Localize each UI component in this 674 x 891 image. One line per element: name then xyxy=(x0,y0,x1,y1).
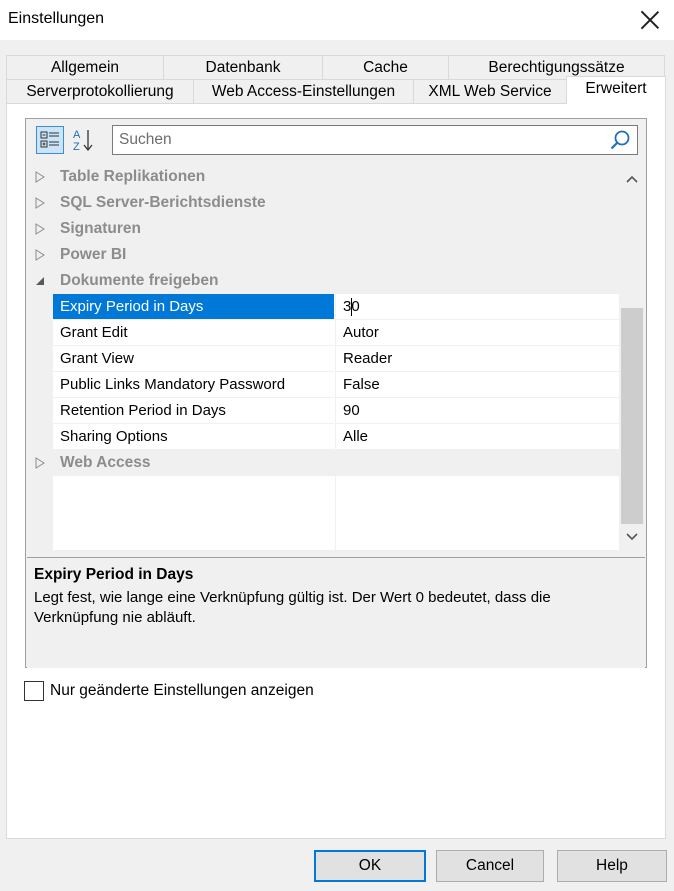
category-power-bi[interactable]: Power BI xyxy=(27,242,619,268)
property-name-cell[interactable]: Retention Period in Days xyxy=(53,398,334,424)
scroll-up-icon[interactable] xyxy=(619,170,645,190)
row-indent xyxy=(27,424,53,450)
property-name: Sharing Options xyxy=(60,428,168,445)
property-row-retention-period[interactable]: Retention Period in Days 90 xyxy=(27,398,619,424)
property-value-cell[interactable]: Autor xyxy=(335,320,619,346)
svg-text:Z: Z xyxy=(73,141,80,153)
scroll-down-icon[interactable] xyxy=(619,526,645,546)
tab-xml-web-service[interactable]: XML Web Service xyxy=(413,79,567,103)
category-label: Power BI xyxy=(60,246,127,263)
expand-arrow-icon[interactable] xyxy=(34,457,46,469)
property-row-sharing-options[interactable]: Sharing Options Alle xyxy=(27,424,619,450)
property-name: Retention Period in Days xyxy=(60,402,226,419)
close-icon[interactable] xyxy=(638,8,662,32)
property-value-cell[interactable]: False xyxy=(335,372,619,398)
category-table-replikationen[interactable]: Table Replikationen xyxy=(27,164,619,190)
row-indent xyxy=(27,398,53,424)
tab-erweitert[interactable]: Erweitert xyxy=(566,76,666,104)
column-divider xyxy=(335,476,336,550)
property-value-cell[interactable]: Reader xyxy=(335,346,619,372)
property-name-cell[interactable]: Grant Edit xyxy=(53,320,334,346)
expand-arrow-icon[interactable] xyxy=(34,223,46,235)
search-box[interactable] xyxy=(112,125,638,155)
svg-text:A: A xyxy=(73,129,81,141)
property-name-cell[interactable]: Expiry Period in Days xyxy=(53,294,334,320)
category-label: Table Replikationen xyxy=(60,168,206,185)
cancel-button[interactable]: Cancel xyxy=(436,850,544,882)
property-row-expiry-period[interactable]: Expiry Period in Days 30 xyxy=(27,294,619,320)
expand-arrow-icon[interactable] xyxy=(34,171,46,183)
alphabetical-sort-icon: A Z xyxy=(73,129,93,153)
category-signaturen[interactable]: Signaturen xyxy=(27,216,619,242)
category-label: Web Access xyxy=(60,454,151,471)
collapse-arrow-icon[interactable] xyxy=(34,275,46,287)
row-indent xyxy=(27,320,53,346)
show-changed-only-checkbox[interactable] xyxy=(24,681,44,701)
categorized-view-button[interactable] xyxy=(36,126,64,154)
title-bar: Einstellungen xyxy=(0,0,674,40)
category-label: SQL Server-Berichtsdienste xyxy=(60,194,266,211)
property-value-cell[interactable]: 30 xyxy=(335,294,619,320)
categorized-view-icon xyxy=(40,131,59,148)
row-indent xyxy=(27,294,53,320)
row-indent xyxy=(27,346,53,372)
tab-serverprotokollierung[interactable]: Serverprotokollierung xyxy=(6,79,194,103)
description-text: Legt fest, wie lange eine Verknüpfung gü… xyxy=(34,589,551,626)
tab-allgemein[interactable]: Allgemein xyxy=(6,55,164,79)
tab-cache[interactable]: Cache xyxy=(322,55,449,79)
help-button[interactable]: Help xyxy=(557,850,667,882)
tab-web-access-einstellungen[interactable]: Web Access-Einstellungen xyxy=(193,79,414,103)
window-title: Einstellungen xyxy=(8,10,105,27)
search-icon[interactable] xyxy=(609,129,631,151)
property-name-cell[interactable]: Sharing Options xyxy=(53,424,334,450)
category-label: Signaturen xyxy=(60,220,141,237)
property-value: 90 xyxy=(343,402,360,419)
property-row-grant-view[interactable]: Grant View Reader xyxy=(27,346,619,372)
property-row-public-links[interactable]: Public Links Mandatory Password False xyxy=(27,372,619,398)
empty-indent xyxy=(27,476,53,550)
show-changed-only-label[interactable]: Nur geänderte Einstellungen anzeigen xyxy=(50,682,314,700)
property-name: Grant View xyxy=(60,350,134,367)
category-sql-server-berichtsdienste[interactable]: SQL Server-Berichtsdienste xyxy=(27,190,619,216)
property-list: Table Replikationen SQL Server-Berichtsd… xyxy=(27,164,619,550)
property-value: False xyxy=(343,376,380,393)
tab-datenbank[interactable]: Datenbank xyxy=(163,55,323,79)
property-value-cell[interactable]: Alle xyxy=(335,424,619,450)
property-value: Alle xyxy=(343,428,369,445)
expand-arrow-icon[interactable] xyxy=(34,249,46,261)
property-value-cell[interactable]: 90 xyxy=(335,398,619,424)
property-value: Reader xyxy=(343,350,393,367)
description-pane: Expiry Period in Days Legt fest, wie lan… xyxy=(27,557,645,668)
property-value: Autor xyxy=(343,324,379,341)
row-indent xyxy=(27,372,53,398)
category-label: Dokumente freigeben xyxy=(60,272,219,289)
expand-arrow-icon[interactable] xyxy=(34,197,46,209)
text-caret xyxy=(351,298,352,316)
property-name-cell[interactable]: Public Links Mandatory Password xyxy=(53,372,334,398)
vertical-scrollbar[interactable] xyxy=(619,164,645,550)
property-name: Expiry Period in Days xyxy=(60,298,204,315)
ok-button[interactable]: OK xyxy=(314,850,426,882)
property-grid: A Z Table Replikationen SQL Server-Beric… xyxy=(25,118,647,668)
category-web-access[interactable]: Web Access xyxy=(27,450,619,476)
property-row-grant-edit[interactable]: Grant Edit Autor xyxy=(27,320,619,346)
scrollbar-thumb[interactable] xyxy=(621,308,643,524)
alphabetical-sort-button[interactable]: A Z xyxy=(70,126,98,154)
property-name: Grant Edit xyxy=(60,324,128,341)
property-name: Public Links Mandatory Password xyxy=(60,376,286,393)
search-input[interactable] xyxy=(113,126,599,154)
category-dokumente-freigeben[interactable]: Dokumente freigeben xyxy=(27,268,619,294)
description-title: Expiry Period in Days xyxy=(34,566,194,583)
property-name-cell[interactable]: Grant View xyxy=(53,346,334,372)
